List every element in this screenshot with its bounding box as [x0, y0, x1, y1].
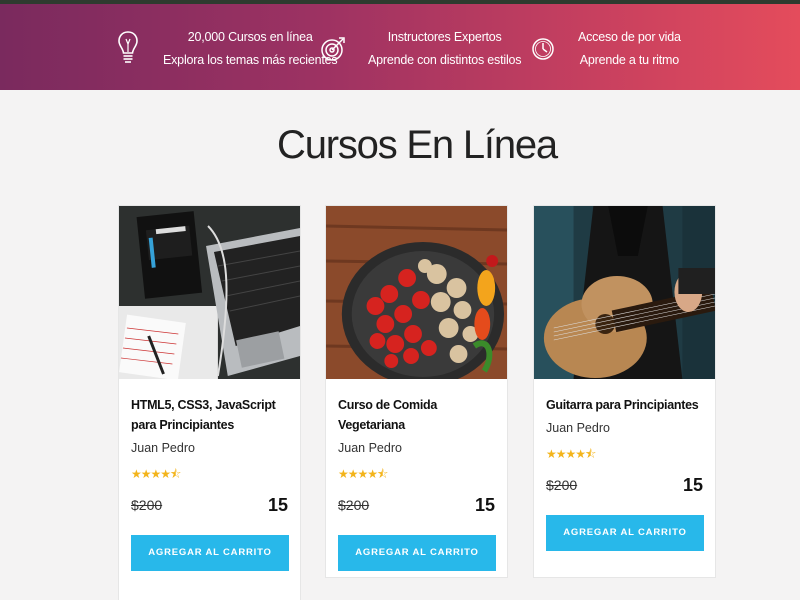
feature-line2: Aprende a tu ritmo — [579, 53, 679, 67]
add-to-cart-button[interactable]: AGREGAR AL CARRITO — [131, 535, 289, 571]
rating-stars: ★★★★⯪ — [338, 467, 388, 481]
current-price: 15 — [682, 475, 703, 495]
current-price: 15 — [267, 495, 288, 515]
rating-stars: ★★★★⯪ — [546, 447, 596, 461]
features-banner: 20,000 Cursos en línea Explora los temas… — [0, 4, 800, 90]
add-to-cart-button[interactable]: AGREGAR AL CARRITO — [338, 535, 496, 571]
lightbulb-icon — [113, 27, 143, 71]
rating-stars: ★★★★⯪ — [131, 467, 181, 481]
course-card: Guitarra para Principiantes Juan Pedro ★… — [533, 205, 716, 578]
old-price: $200 — [546, 477, 578, 493]
feature-line2: Aprende con distintos estilos — [368, 53, 522, 67]
course-author: Juan Pedro — [131, 441, 195, 455]
course-image — [326, 206, 507, 379]
course-image — [534, 206, 715, 379]
course-card: HTML5, CSS3, JavaScript para Principiant… — [118, 205, 301, 600]
old-price: $200 — [338, 497, 370, 513]
feature-instructors: Instructores Expertos Aprende con distin… — [318, 24, 522, 74]
course-card: Curso de Comida Vegetariana Juan Pedro ★… — [325, 205, 508, 578]
feature-line2: Explora los temas más recientes — [163, 53, 338, 67]
target-icon — [318, 27, 348, 71]
add-to-cart-button[interactable]: AGREGAR AL CARRITO — [546, 515, 704, 551]
feature-line1: Instructores Expertos — [387, 30, 502, 44]
section-title: Cursos En Línea — [277, 123, 558, 167]
feature-line1: 20,000 Cursos en línea — [187, 30, 313, 44]
course-title[interactable]: Curso de Comida Vegetariana — [338, 395, 495, 435]
price-row: $200 15 — [546, 475, 703, 497]
course-title[interactable]: HTML5, CSS3, JavaScript para Principiant… — [131, 395, 288, 435]
clock-icon — [528, 27, 558, 71]
feature-courses: 20,000 Cursos en línea Explora los temas… — [113, 24, 338, 74]
course-title[interactable]: Guitarra para Principiantes — [546, 395, 703, 415]
feature-line1: Acceso de por vida — [578, 30, 681, 44]
price-row: $200 15 — [131, 495, 288, 517]
current-price: 15 — [474, 495, 495, 515]
course-author: Juan Pedro — [338, 441, 402, 455]
feature-access: Acceso de por vida Aprende a tu ritmo — [528, 24, 681, 74]
course-image — [119, 206, 300, 379]
old-price: $200 — [131, 497, 163, 513]
price-row: $200 15 — [338, 495, 495, 517]
course-author: Juan Pedro — [546, 421, 610, 435]
